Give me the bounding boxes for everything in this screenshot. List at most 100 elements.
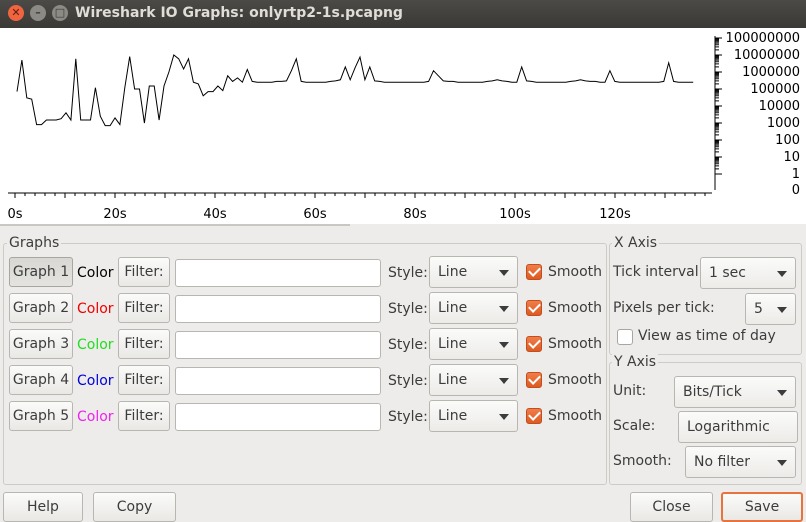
close-window-icon[interactable]: ✕ [8,5,24,21]
io-graph-chart: 0s 20s 40s 60s 80s 100s 120s 10000000010000000… [7,31,800,222]
io-graph-plot[interactable]: 0s 20s 40s 60s 80s 100s 120s 100000000 10000000… [0,28,806,224]
graphs-frame-title: Graphs [7,235,62,251]
x-axis-frame-title: X Axis [612,235,660,251]
graph-5-style-value: Line [438,408,468,424]
tick-interval-value: 1 sec [709,265,746,281]
chevron-down-icon [499,414,509,420]
graph-3-smooth-checkbox[interactable] [526,336,542,352]
graph-4-filter-input[interactable] [175,367,381,395]
x-tick-label: 60s [303,207,327,222]
chevron-down-icon [499,306,509,312]
close-button[interactable]: Close [630,492,713,522]
y-smooth-select[interactable]: No filter [685,446,796,478]
graph-4-smooth-label: Smooth [548,372,603,388]
graph-2-color-label[interactable]: Color [77,301,114,317]
pixels-per-tick-select[interactable]: 5 [745,293,796,325]
y-tick-label: 0 [792,183,800,198]
y-tick-label: 100 [775,133,800,148]
graph-3-color-label[interactable]: Color [77,337,114,353]
graph-4-smooth-checkbox[interactable] [526,372,542,388]
y-axis-frame-title: Y Axis [612,354,659,370]
graph-2-button[interactable]: Graph 2 [9,293,73,323]
graph-2-smooth-label: Smooth [548,300,603,316]
x-tick-label: 40s [203,207,227,222]
y-tick-label: 10000000 [734,48,800,63]
x-tick-label: 20s [103,207,127,222]
pixels-per-tick-label: Pixels per tick: [613,300,715,316]
y-tick-label: 100000000 [726,31,800,46]
graph-1-filter-input[interactable] [175,259,381,287]
graph-5-filter-button[interactable]: Filter: [118,401,170,431]
y-tick-label: 10000 [759,99,800,114]
chevron-down-icon [499,270,509,276]
copy-button[interactable]: Copy [93,492,176,522]
scale-value: Logarithmic [687,419,770,435]
graph-3-button[interactable]: Graph 3 [9,329,73,359]
tick-interval-select[interactable]: 1 sec [700,257,796,289]
graph-5-style-select[interactable]: Line [429,400,518,432]
chevron-down-icon [777,460,787,466]
view-as-time-label: View as time of day [638,328,776,344]
y-smooth-value: No filter [694,454,751,470]
save-button[interactable]: Save [721,492,803,522]
scale-select[interactable]: Logarithmic [678,411,798,443]
graph-3-filter-input[interactable] [175,331,381,359]
graph-5-filter-input[interactable] [175,403,381,431]
plot-scrollbar[interactable] [0,224,350,226]
graph-2-filter-input[interactable] [175,295,381,323]
graph-5-smooth-label: Smooth [548,408,603,424]
y-tick-label: 1000000 [742,65,800,80]
graph-1-style-select[interactable]: Line [429,256,518,288]
y-tick-label: 1 [792,167,800,182]
chevron-down-icon [777,307,787,313]
chevron-down-icon [777,390,787,396]
graph-2-filter-button[interactable]: Filter: [118,293,170,323]
scale-label: Scale: [613,418,656,434]
y-ticks: 1000000001000000010000001000001000010001… [715,31,800,198]
graph-1-button[interactable]: Graph 1 [9,257,73,287]
graph-3-smooth-label: Smooth [548,336,603,352]
chart-axes [8,36,716,194]
graph-3-style-value: Line [438,336,468,352]
graph-1-style-label: Style: [388,265,428,281]
graph-3-style-label: Style: [388,337,428,353]
help-button[interactable]: Help [3,492,83,522]
graph-4-style-label: Style: [388,373,428,389]
minimize-window-icon[interactable]: – [30,5,46,21]
pixels-per-tick-value: 5 [754,301,763,317]
view-as-time-checkbox[interactable] [617,329,633,345]
graph-5-color-label[interactable]: Color [77,409,114,425]
x-tick-label: 0s [7,207,22,222]
graph-4-filter-button[interactable]: Filter: [118,365,170,395]
graph-1-color-label[interactable]: Color [77,265,114,281]
graph-5-smooth-checkbox[interactable] [526,408,542,424]
graph-1-smooth-label: Smooth [548,264,603,280]
graph-4-button[interactable]: Graph 4 [9,365,73,395]
y-tick-label: 1000 [767,116,800,131]
graph-4-style-select[interactable]: Line [429,364,518,396]
graph-1-style-value: Line [438,264,468,280]
graph-1-smooth-checkbox[interactable] [526,264,542,280]
unit-value: Bits/Tick [683,384,742,400]
graph-1-filter-button[interactable]: Filter: [118,257,170,287]
graph-3-filter-button[interactable]: Filter: [118,329,170,359]
graph-2-style-value: Line [438,300,468,316]
graph-2-smooth-checkbox[interactable] [526,300,542,316]
chevron-down-icon [499,378,509,384]
graph-2-style-select[interactable]: Line [429,292,518,324]
x-tick-label: 80s [403,207,427,222]
graph-3-style-select[interactable]: Line [429,328,518,360]
graph-4-style-value: Line [438,372,468,388]
tick-interval-label: Tick interval: [613,264,704,280]
maximize-window-icon[interactable]: □ [52,5,68,21]
x-ticks: 0s 20s 40s 60s 80s 100s 120s [7,193,706,222]
x-tick-label: 100s [499,207,531,222]
unit-select[interactable]: Bits/Tick [674,376,796,408]
graph-1-series-line [16,54,694,127]
graph-5-style-label: Style: [388,409,428,425]
graph-5-button[interactable]: Graph 5 [9,401,73,431]
chevron-down-icon [777,271,787,277]
graph-2-style-label: Style: [388,301,428,317]
x-tick-label: 120s [599,207,631,222]
graph-4-color-label[interactable]: Color [77,373,114,389]
